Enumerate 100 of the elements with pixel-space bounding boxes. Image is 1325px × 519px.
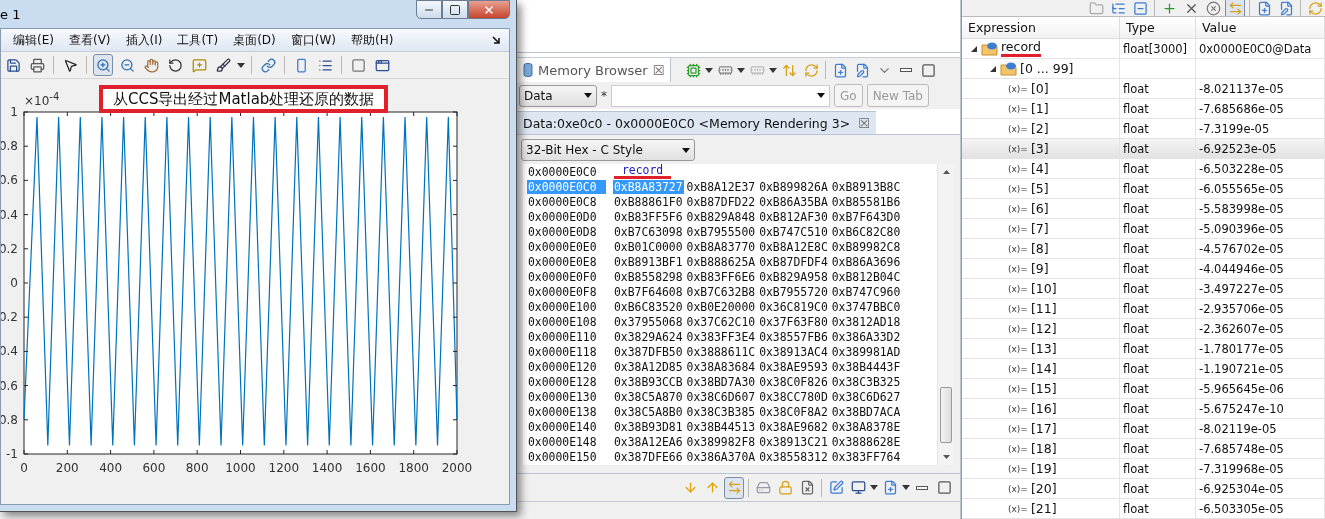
expression-cell[interactable]: (x)= [4]	[962, 159, 1120, 179]
caret-icon[interactable]	[769, 67, 778, 73]
address-field[interactable]	[611, 84, 830, 107]
menu-item[interactable]: 查看(V)	[62, 31, 120, 49]
memory-word[interactable]: 0xB8913B8C	[830, 179, 902, 194]
memory-word[interactable]: 0x38B93CCB	[613, 374, 684, 389]
caret-icon[interactable]	[237, 62, 245, 68]
memory-word[interactable]: 0x38AE9593	[758, 359, 829, 374]
memory-word[interactable]: 0x387DFE66	[613, 449, 684, 464]
caret-icon[interactable]	[902, 485, 910, 490]
memory-word[interactable]: 0x38C3B325	[830, 374, 902, 389]
column-header[interactable]: Type	[1120, 17, 1196, 39]
expression-cell[interactable]: (x)= [6]	[962, 199, 1120, 219]
memory-word[interactable]: 0x38C6D607	[685, 389, 757, 404]
expression-cell[interactable]: (x)= [12]	[962, 319, 1120, 339]
memory-word[interactable]: 0xB86A3696	[830, 254, 902, 269]
address-cell[interactable]: 0x0000E130	[527, 389, 606, 404]
address-cell[interactable]: 0x0000E128	[527, 374, 606, 389]
caret-icon[interactable]	[705, 67, 714, 73]
caret-icon[interactable]	[870, 485, 878, 490]
menu-item[interactable]: 插入(I)	[119, 31, 172, 49]
memory-word[interactable]: 0xB7955720	[758, 284, 829, 299]
menu-item[interactable]: 编辑(E)	[7, 31, 63, 49]
memory-word[interactable]: 0xB86A35BA	[758, 194, 829, 209]
memory-word[interactable]: 0xB6C83520	[613, 299, 684, 314]
memory-word[interactable]: 0xB7955500	[685, 224, 757, 239]
menu-item[interactable]: 帮助(H)	[345, 31, 403, 49]
arrows-button[interactable]	[1225, 0, 1245, 16]
memory-word[interactable]: 0xB8A83770	[685, 239, 757, 254]
address-cell[interactable]: 0x0000E148	[527, 434, 606, 449]
expression-cell[interactable]: (x)= [0]	[962, 79, 1120, 99]
expression-cell[interactable]: (x)= [2]	[962, 119, 1120, 139]
memory-word[interactable]: 0xB899826A	[758, 179, 829, 194]
memory-word[interactable]: 0xB7F64608	[613, 284, 684, 299]
memory-word[interactable]: 0x386A33D2	[830, 329, 902, 344]
expression-cell[interactable]: (x)= [21]	[962, 499, 1120, 519]
column-header[interactable]: Expression	[962, 17, 1120, 39]
memory-word[interactable]: 0x3747BBC0	[830, 299, 902, 314]
address-cell[interactable]: 0x0000E0F8	[527, 284, 606, 299]
memory-page-dropdown[interactable]: Data	[519, 84, 597, 107]
address-cell[interactable]: 0x0000E108	[527, 314, 606, 329]
memory-word[interactable]: 0x38913AC4	[758, 344, 829, 359]
memory-word[interactable]: 0xB829A848	[685, 209, 757, 224]
expression-cell[interactable]: (x)= [18]	[962, 439, 1120, 459]
memory-word[interactable]: 0x38C5A8B0	[613, 404, 684, 419]
address-cell[interactable]: 0x0000E0E0	[527, 239, 606, 254]
view-tab[interactable]: Memory Browser ☒	[517, 58, 672, 82]
scroll-thumb[interactable]	[940, 387, 952, 443]
memory-word[interactable]: 0x37C62C10	[685, 314, 757, 329]
expression-cell[interactable]: (x)= [11]	[962, 299, 1120, 319]
memory-word[interactable]: 0x386A370A	[685, 449, 757, 464]
memory-word[interactable]: 0xB87DFD22	[685, 194, 757, 209]
memory-word[interactable]: 0xB83FF5F6	[613, 209, 684, 224]
address-cell[interactable]: 0x0000E0E8	[527, 254, 606, 269]
expression-cell[interactable]: (x)= [7]	[962, 219, 1120, 239]
memory-word[interactable]: 0x38558312	[758, 449, 829, 464]
memory-word[interactable]: 0xB8558298	[613, 269, 684, 284]
memory-word[interactable]: 0x389982F8	[685, 434, 757, 449]
memory-word[interactable]: 0x38A83684	[685, 359, 757, 374]
memory-word[interactable]: 0xB7C632B8	[685, 284, 757, 299]
memory-word[interactable]: 0xB7C63098	[613, 224, 684, 239]
maximize-button[interactable]	[442, 0, 468, 19]
memory-word[interactable]: 0xB8913BF1	[613, 254, 684, 269]
memory-word[interactable]: 0x38557FB6	[758, 329, 829, 344]
expression-cell[interactable]: (x)= [9]	[962, 259, 1120, 279]
memory-word[interactable]: 0xB747C960	[830, 284, 902, 299]
memory-word[interactable]: 0x38C0F826	[758, 374, 829, 389]
memory-word[interactable]: 0xB83FF6E6	[685, 269, 757, 284]
arrows-button[interactable]	[724, 476, 744, 499]
address-cell[interactable]: 0x0000E110	[527, 329, 606, 344]
expression-cell[interactable]: (x)= [14]	[962, 359, 1120, 379]
expression-cell[interactable]: record	[962, 39, 1120, 59]
memory-word[interactable]: 0x383FF764	[830, 449, 902, 464]
memory-word[interactable]: 0x3888611C	[685, 344, 757, 359]
memory-word[interactable]: 0x38913C21	[758, 434, 829, 449]
format-dropdown[interactable]: 32-Bit Hex - C Style	[521, 139, 695, 161]
memory-word[interactable]: 0x38AE9682	[758, 419, 829, 434]
memory-word[interactable]: 0x38C6D627	[830, 389, 902, 404]
expression-cell[interactable]: (x)= [8]	[962, 239, 1120, 259]
address-cell[interactable]: 0x0000E140	[527, 419, 606, 434]
address-cell[interactable]: 0x0000E0D8	[527, 224, 606, 239]
memory-word[interactable]: 0xB87DFDF4	[758, 254, 829, 269]
expanded-arrow-icon[interactable]	[970, 44, 978, 53]
dock-icon[interactable]	[492, 35, 501, 45]
memory-word[interactable]: 0xB85581B6	[830, 194, 902, 209]
memory-word[interactable]: 0x38BD7ACA	[830, 404, 902, 419]
address-cell[interactable]: 0x0000E0C8	[527, 194, 606, 209]
memory-word[interactable]: 0x37955068	[613, 314, 684, 329]
memory-word[interactable]: 0xB0E20000	[685, 299, 757, 314]
memory-word[interactable]: 0xB888625A	[685, 254, 757, 269]
memory-word[interactable]: 0x38CC780D	[758, 389, 829, 404]
memory-word[interactable]: 0xB812B04C	[830, 269, 902, 284]
expression-cell[interactable]: (x)= [17]	[962, 419, 1120, 439]
expression-cell[interactable]: (x)= [15]	[962, 379, 1120, 399]
expression-cell[interactable]: (x)= [10]	[962, 279, 1120, 299]
address-cell[interactable]: 0x0000E118	[527, 344, 606, 359]
minimize-button[interactable]	[416, 0, 442, 19]
memory-word[interactable]: 0x38B93D81	[613, 419, 684, 434]
memory-word[interactable]: 0x38A8378E	[830, 419, 902, 434]
memory-word[interactable]: 0xB88861F0	[613, 194, 684, 209]
